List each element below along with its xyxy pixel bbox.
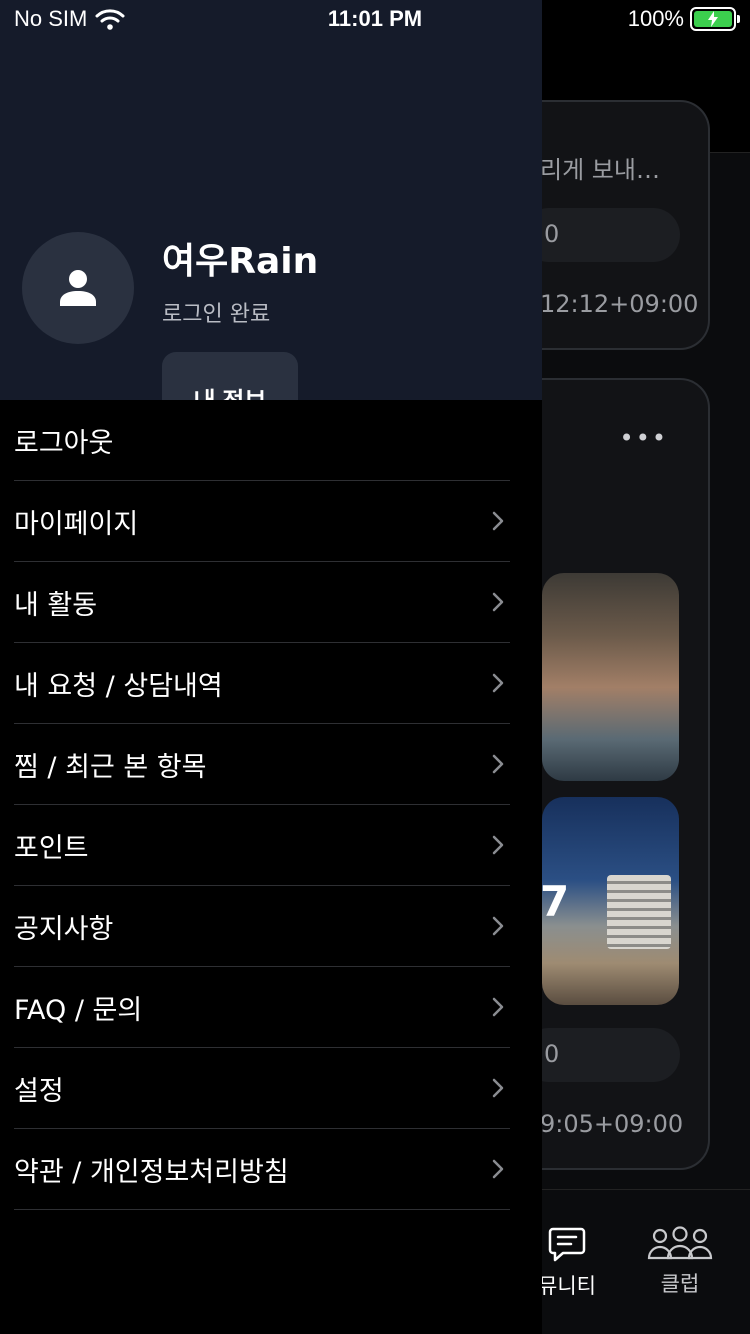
menu-item-label: 설정 <box>14 1075 64 1107</box>
battery-icon <box>690 7 740 31</box>
menu-item[interactable]: 공지사항 <box>14 886 510 967</box>
my-info-button[interactable]: 내 정보 <box>162 352 298 400</box>
status-bar: No SIM 11:01 PM 100% <box>0 0 750 40</box>
menu-item[interactable]: 설정 <box>14 1048 510 1129</box>
more-options-icon[interactable]: ••• <box>620 424 668 452</box>
user-name: 여우Rain <box>162 241 319 282</box>
menu-item[interactable]: 내 활동 <box>14 562 510 643</box>
menu-item[interactable]: 찜 / 최근 본 항목 <box>14 724 510 805</box>
menu-item[interactable]: 약관 / 개인정보처리방침 <box>14 1129 510 1210</box>
menu-item-label: 약관 / 개인정보처리방침 <box>14 1156 289 1188</box>
clock: 11:01 PM <box>327 6 423 31</box>
menu-item[interactable]: 마이페이지 <box>14 481 510 562</box>
menu-item-label: 공지사항 <box>14 913 114 945</box>
chevron-right-icon <box>488 1078 508 1098</box>
menu-item-label: 포인트 <box>14 832 89 864</box>
building-shape <box>607 875 671 949</box>
person-icon <box>60 270 96 306</box>
menu-item-label: FAQ / 문의 <box>14 994 143 1026</box>
photo-overlay-text: 7 <box>542 877 570 926</box>
carrier-label: No SIM <box>14 6 88 31</box>
menu-item-label: 로그아웃 <box>14 427 114 459</box>
drawer-menu: 로그아웃마이페이지내 활동내 요청 / 상담내역찜 / 최근 본 항목포인트공지… <box>14 400 510 1210</box>
post-preview-text: 리게 보내… <box>540 156 660 184</box>
chevron-right-icon <box>488 1159 508 1179</box>
chevron-right-icon <box>488 511 508 531</box>
menu-item[interactable]: 로그아웃 <box>14 400 510 481</box>
menu-item[interactable]: 포인트 <box>14 805 510 886</box>
chevron-right-icon <box>488 592 508 612</box>
menu-item-label: 찜 / 최근 본 항목 <box>14 751 207 783</box>
carrier: No SIM <box>14 6 125 32</box>
post-timestamp: 12:12+09:00 <box>540 290 699 318</box>
battery-indicator: 100% <box>627 6 740 32</box>
menu-item[interactable]: FAQ / 문의 <box>14 967 510 1048</box>
charging-bolt-icon <box>708 11 718 27</box>
drawer-profile-header: 여우Rain 로그인 완료 내 정보 <box>0 0 542 400</box>
side-drawer: 여우Rain 로그인 완료 내 정보 로그아웃마이페이지내 활동내 요청 / 상… <box>0 0 542 1334</box>
chat-icon <box>548 1227 586 1262</box>
comment-pill[interactable]: 0 <box>522 1028 680 1082</box>
chevron-right-icon <box>488 673 508 693</box>
menu-item-label: 내 요청 / 상담내역 <box>14 670 223 702</box>
chevron-right-icon <box>488 916 508 936</box>
menu-item[interactable]: 내 요청 / 상담내역 <box>14 643 510 724</box>
wifi-icon <box>95 9 125 30</box>
tab-community-label: 뮤니티 <box>538 1274 596 1298</box>
login-status: 로그인 완료 <box>162 302 271 327</box>
tab-club-label: 클럽 <box>660 1272 700 1296</box>
menu-item-label: 내 활동 <box>14 589 98 621</box>
chevron-right-icon <box>488 997 508 1017</box>
battery-percent: 100% <box>627 6 684 31</box>
menu-item-label: 마이페이지 <box>14 508 139 540</box>
battery-level <box>694 11 732 27</box>
avatar[interactable] <box>22 232 134 344</box>
tab-club[interactable]: 클럽 <box>625 1226 735 1298</box>
comment-pill[interactable]: 0 <box>522 208 680 262</box>
post-photo[interactable]: 7 <box>542 797 679 1005</box>
chevron-right-icon <box>488 835 508 855</box>
post-timestamp: 9:05+09:00 <box>540 1110 684 1138</box>
chevron-right-icon <box>488 754 508 774</box>
post-photo[interactable] <box>542 573 679 781</box>
group-icon <box>647 1226 713 1260</box>
